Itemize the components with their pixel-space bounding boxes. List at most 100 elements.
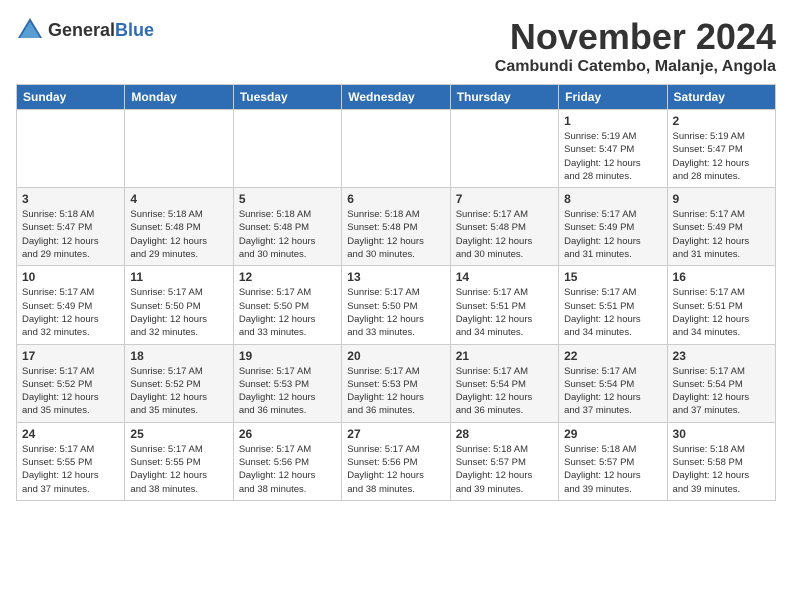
calendar-cell: 23Sunrise: 5:17 AM Sunset: 5:54 PM Dayli…: [667, 344, 775, 422]
day-info: Sunrise: 5:17 AM Sunset: 5:49 PM Dayligh…: [22, 286, 119, 339]
day-number: 15: [564, 270, 661, 284]
day-number: 24: [22, 427, 119, 441]
calendar-cell: [342, 110, 450, 188]
calendar-cell: [125, 110, 233, 188]
calendar-cell: 13 Sunrise: 5:17 AM Sunset: 5:50 PM Dayli…: [342, 266, 450, 344]
day-number: 16: [673, 270, 770, 284]
day-number: 2: [673, 114, 770, 128]
day-number: 23: [673, 349, 770, 363]
weekday-header: Sunday: [17, 85, 125, 110]
day-info: Sunrise: 5:17 AM Sunset: 5:48 PM Dayligh…: [456, 208, 553, 261]
weekday-header: Monday: [125, 85, 233, 110]
calendar-cell: 22 Sunrise: 5:17 AM Sunset: 5:54 PM Dayli…: [559, 344, 667, 422]
day-info: Sunrise: 5:17 AM Sunset: 5:50 PM Dayligh…: [347, 286, 444, 339]
calendar-week-row: 24 Sunrise: 5:17 AM Sunset: 5:55 PM Dayli…: [17, 422, 776, 500]
calendar-cell: 7 Sunrise: 5:17 AM Sunset: 5:48 PM Daylig…: [450, 188, 558, 266]
day-number: 25: [130, 427, 227, 441]
calendar-cell: 4 Sunrise: 5:18 AM Sunset: 5:48 PM Daylig…: [125, 188, 233, 266]
day-number: 12: [239, 270, 336, 284]
calendar-cell: 9 Sunrise: 5:17 AM Sunset: 5:49 PM Daylig…: [667, 188, 775, 266]
calendar-cell: 3 Sunrise: 5:18 AM Sunset: 5:47 PM Daylig…: [17, 188, 125, 266]
day-info: Sunrise: 5:18 AM Sunset: 5:57 PM Dayligh…: [456, 443, 553, 496]
day-number: 11: [130, 270, 227, 284]
calendar-cell: [450, 110, 558, 188]
day-info: Sunrise: 5:17 AM Sunset: 5:54 PM Dayligh…: [564, 365, 661, 418]
calendar-week-row: 3 Sunrise: 5:18 AM Sunset: 5:47 PM Daylig…: [17, 188, 776, 266]
calendar-cell: 24 Sunrise: 5:17 AM Sunset: 5:55 PM Dayli…: [17, 422, 125, 500]
day-number: 13: [347, 270, 444, 284]
day-number: 7: [456, 192, 553, 206]
day-number: 17: [22, 349, 119, 363]
calendar-cell: 12 Sunrise: 5:17 AM Sunset: 5:50 PM Dayli…: [233, 266, 341, 344]
day-info: Sunrise: 5:17 AM Sunset: 5:56 PM Dayligh…: [239, 443, 336, 496]
day-number: 26: [239, 427, 336, 441]
calendar-cell: 1Sunrise: 5:19 AM Sunset: 5:47 PM Daylig…: [559, 110, 667, 188]
calendar-week-row: 10Sunrise: 5:17 AM Sunset: 5:49 PM Dayli…: [17, 266, 776, 344]
logo-general: General: [48, 20, 115, 40]
calendar-cell: 18 Sunrise: 5:17 AM Sunset: 5:52 PM Dayli…: [125, 344, 233, 422]
day-number: 21: [456, 349, 553, 363]
day-number: 9: [673, 192, 770, 206]
day-number: 30: [673, 427, 770, 441]
day-info: Sunrise: 5:18 AM Sunset: 5:47 PM Dayligh…: [22, 208, 119, 261]
calendar-cell: 16 Sunrise: 5:17 AM Sunset: 5:51 PM Dayli…: [667, 266, 775, 344]
day-number: 8: [564, 192, 661, 206]
day-info: Sunrise: 5:17 AM Sunset: 5:52 PM Dayligh…: [22, 365, 119, 418]
day-info: Sunrise: 5:17 AM Sunset: 5:50 PM Dayligh…: [239, 286, 336, 339]
day-info: Sunrise: 5:17 AM Sunset: 5:49 PM Dayligh…: [673, 208, 770, 261]
day-number: 1: [564, 114, 661, 128]
day-number: 20: [347, 349, 444, 363]
day-info: Sunrise: 5:17 AM Sunset: 5:54 PM Dayligh…: [456, 365, 553, 418]
calendar-cell: 8 Sunrise: 5:17 AM Sunset: 5:49 PM Daylig…: [559, 188, 667, 266]
weekday-header: Friday: [559, 85, 667, 110]
calendar-header-row: SundayMondayTuesdayWednesdayThursdayFrid…: [17, 85, 776, 110]
weekday-header: Tuesday: [233, 85, 341, 110]
day-info: Sunrise: 5:18 AM Sunset: 5:48 PM Dayligh…: [239, 208, 336, 261]
calendar-cell: 21 Sunrise: 5:17 AM Sunset: 5:54 PM Dayli…: [450, 344, 558, 422]
calendar-cell: 25 Sunrise: 5:17 AM Sunset: 5:55 PM Dayli…: [125, 422, 233, 500]
day-number: 14: [456, 270, 553, 284]
location-subtitle: Cambundi Catembo, Malanje, Angola: [495, 58, 776, 76]
calendar-cell: 20 Sunrise: 5:17 AM Sunset: 5:53 PM Dayli…: [342, 344, 450, 422]
calendar-week-row: 17 Sunrise: 5:17 AM Sunset: 5:52 PM Dayli…: [17, 344, 776, 422]
logo: GeneralBlue: [16, 16, 154, 44]
day-number: 4: [130, 192, 227, 206]
day-number: 29: [564, 427, 661, 441]
calendar-table: SundayMondayTuesdayWednesdayThursdayFrid…: [16, 84, 776, 501]
day-number: 6: [347, 192, 444, 206]
calendar-cell: 29 Sunrise: 5:18 AM Sunset: 5:57 PM Dayli…: [559, 422, 667, 500]
day-number: 5: [239, 192, 336, 206]
calendar-cell: 19Sunrise: 5:17 AM Sunset: 5:53 PM Dayli…: [233, 344, 341, 422]
day-number: 22: [564, 349, 661, 363]
calendar-cell: 6 Sunrise: 5:18 AM Sunset: 5:48 PM Daylig…: [342, 188, 450, 266]
calendar-cell: 14Sunrise: 5:17 AM Sunset: 5:51 PM Dayli…: [450, 266, 558, 344]
day-number: 27: [347, 427, 444, 441]
calendar-cell: 11Sunrise: 5:17 AM Sunset: 5:50 PM Dayli…: [125, 266, 233, 344]
day-info: Sunrise: 5:17 AM Sunset: 5:55 PM Dayligh…: [22, 443, 119, 496]
logo-icon: [16, 16, 44, 44]
day-info: Sunrise: 5:17 AM Sunset: 5:51 PM Dayligh…: [673, 286, 770, 339]
day-info: Sunrise: 5:18 AM Sunset: 5:48 PM Dayligh…: [347, 208, 444, 261]
title-section: November 2024 Cambundi Catembo, Malanje,…: [495, 16, 776, 76]
day-info: Sunrise: 5:17 AM Sunset: 5:55 PM Dayligh…: [130, 443, 227, 496]
calendar-cell: 30 Sunrise: 5:18 AM Sunset: 5:58 PM Dayli…: [667, 422, 775, 500]
day-number: 28: [456, 427, 553, 441]
weekday-header: Wednesday: [342, 85, 450, 110]
day-info: Sunrise: 5:17 AM Sunset: 5:53 PM Dayligh…: [347, 365, 444, 418]
day-info: Sunrise: 5:17 AM Sunset: 5:52 PM Dayligh…: [130, 365, 227, 418]
calendar-cell: 15 Sunrise: 5:17 AM Sunset: 5:51 PM Dayli…: [559, 266, 667, 344]
logo-blue: Blue: [115, 20, 154, 40]
day-info: Sunrise: 5:17 AM Sunset: 5:49 PM Dayligh…: [564, 208, 661, 261]
day-number: 3: [22, 192, 119, 206]
calendar-cell: 26 Sunrise: 5:17 AM Sunset: 5:56 PM Dayli…: [233, 422, 341, 500]
day-info: Sunrise: 5:18 AM Sunset: 5:58 PM Dayligh…: [673, 443, 770, 496]
calendar-week-row: 1 Sunrise: 5:19 AM Sunset: 5:47 PM Daylig…: [17, 110, 776, 188]
calendar-cell: [233, 110, 341, 188]
weekday-header: Thursday: [450, 85, 558, 110]
weekday-header: Saturday: [667, 85, 775, 110]
day-info: Sunrise: 5:19 AM Sunset: 5:47 PM Dayligh…: [673, 130, 770, 183]
day-info: Sunrise: 5:18 AM Sunset: 5:48 PM Dayligh…: [130, 208, 227, 261]
day-info: Sunrise: 5:17 AM Sunset: 5:51 PM Dayligh…: [564, 286, 661, 339]
day-number: 18: [130, 349, 227, 363]
day-info: Sunrise: 5:18 AM Sunset: 5:57 PM Dayligh…: [564, 443, 661, 496]
